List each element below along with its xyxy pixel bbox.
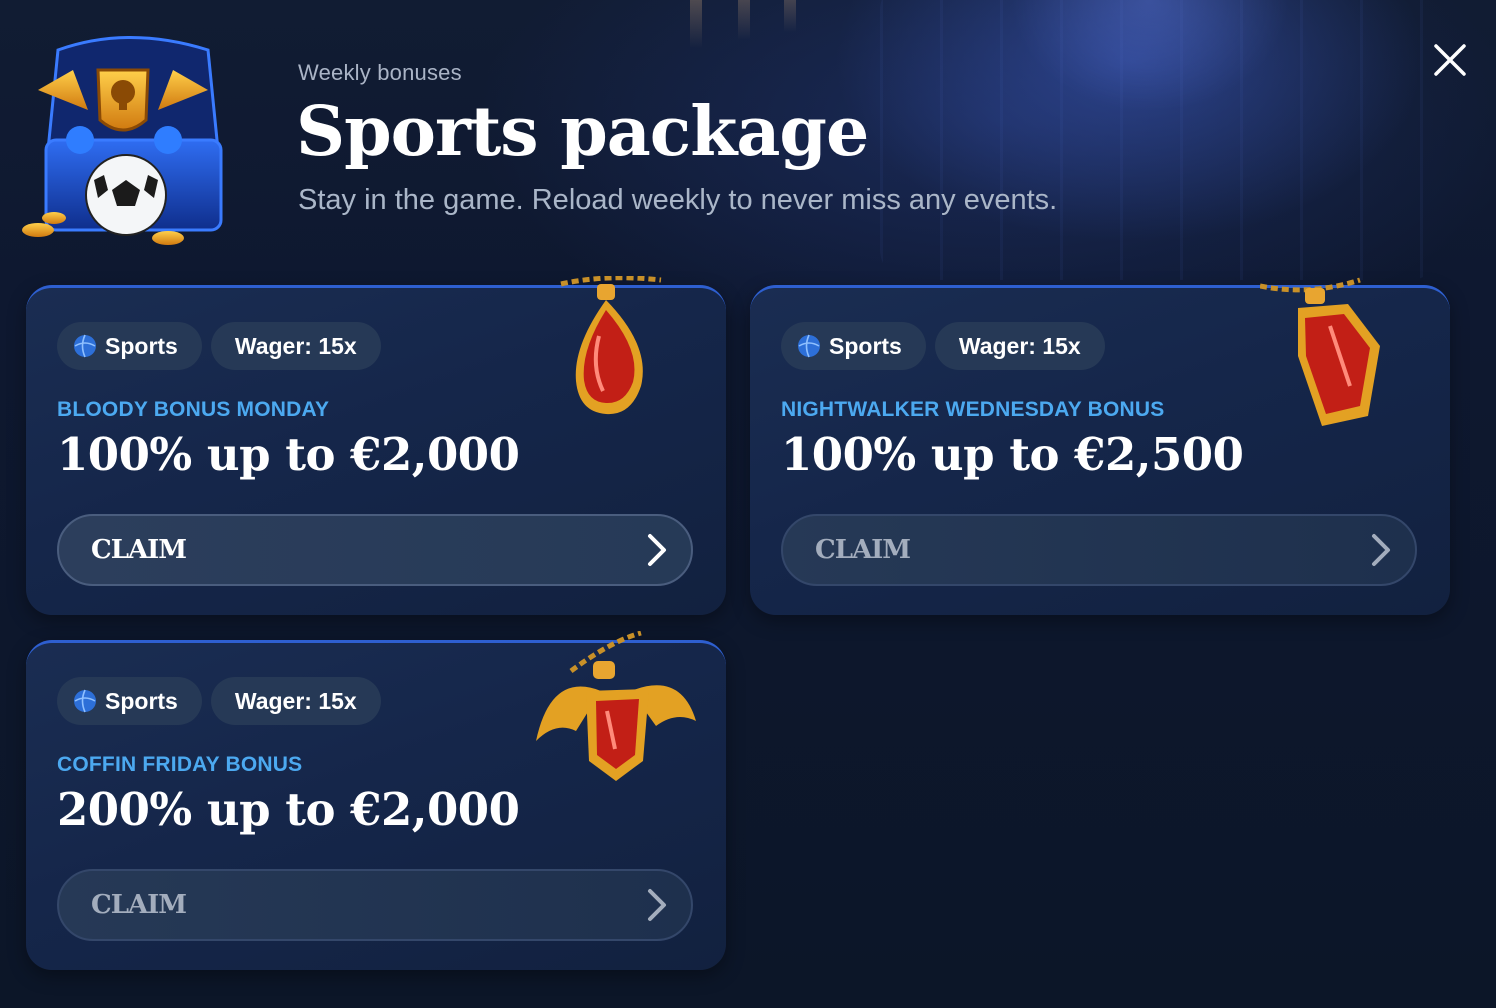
- bonus-name: COFFIN FRIDAY BONUS: [57, 753, 303, 776]
- ruby-drop-pendant-icon: [551, 275, 671, 431]
- close-button[interactable]: [1428, 38, 1472, 82]
- wager-tag: Wager: 15x: [934, 322, 1105, 370]
- bonus-amount: 100% up to €2,000: [57, 428, 520, 481]
- sports-ball-icon: [73, 334, 97, 358]
- wager-tag: Wager: 15x: [210, 322, 381, 370]
- bonus-modal: Weekly bonuses Sports package Stay in th…: [0, 0, 1496, 1008]
- close-icon: [1434, 44, 1466, 76]
- chevron-right-icon: [1372, 534, 1390, 566]
- sports-ball-icon: [73, 689, 97, 713]
- treasure-chest-icon: [18, 30, 238, 255]
- claim-button[interactable]: CLAIM: [57, 869, 693, 941]
- bat-wing-pendant-icon: [531, 630, 701, 796]
- sport-tag: Sports: [781, 322, 926, 370]
- claim-button[interactable]: CLAIM: [57, 514, 693, 586]
- candles-decoration: [680, 0, 820, 70]
- bonus-name: BLOODY BONUS MONDAY: [57, 398, 330, 421]
- bonus-amount: 100% up to €2,500: [781, 428, 1244, 481]
- page-subtitle: Stay in the game. Reload weekly to never…: [298, 184, 1058, 216]
- claim-button-label: CLAIM: [815, 535, 911, 565]
- sport-tag: Sports: [57, 677, 202, 725]
- bonus-name: NIGHTWALKER WEDNESDAY BONUS: [781, 398, 1165, 421]
- bonus-card-wednesday: Sports Wager: 15x NIGHTWALKER WEDNESDAY …: [750, 277, 1450, 615]
- page-title: Sports package: [296, 92, 869, 172]
- sport-tag-label: Sports: [829, 332, 902, 359]
- bonus-card-monday: Sports Wager: 15x BLOODY BONUS MONDAY 10…: [26, 275, 726, 615]
- claim-button[interactable]: CLAIM: [781, 514, 1417, 586]
- chevron-right-icon: [648, 889, 666, 921]
- sports-ball-icon: [797, 334, 821, 358]
- sport-tag-label: Sports: [105, 332, 178, 359]
- coffin-pendant-icon: [1259, 276, 1390, 441]
- bonus-card-friday: Sports Wager: 15x COFFIN FRIDAY BONUS 20…: [26, 630, 726, 970]
- claim-button-label: CLAIM: [91, 890, 187, 920]
- bonus-amount: 200% up to €2,000: [57, 783, 520, 836]
- wager-tag: Wager: 15x: [210, 677, 381, 725]
- header-eyebrow: Weekly bonuses: [298, 60, 462, 85]
- stained-glass-window-decoration: [880, 0, 1440, 280]
- claim-button-label: CLAIM: [91, 535, 187, 565]
- card-tags: Sports Wager: 15x: [781, 322, 1105, 370]
- card-tags: Sports Wager: 15x: [57, 322, 381, 370]
- sport-tag-label: Sports: [105, 687, 178, 714]
- sport-tag: Sports: [57, 322, 202, 370]
- card-tags: Sports Wager: 15x: [57, 677, 381, 725]
- chevron-right-icon: [648, 534, 666, 566]
